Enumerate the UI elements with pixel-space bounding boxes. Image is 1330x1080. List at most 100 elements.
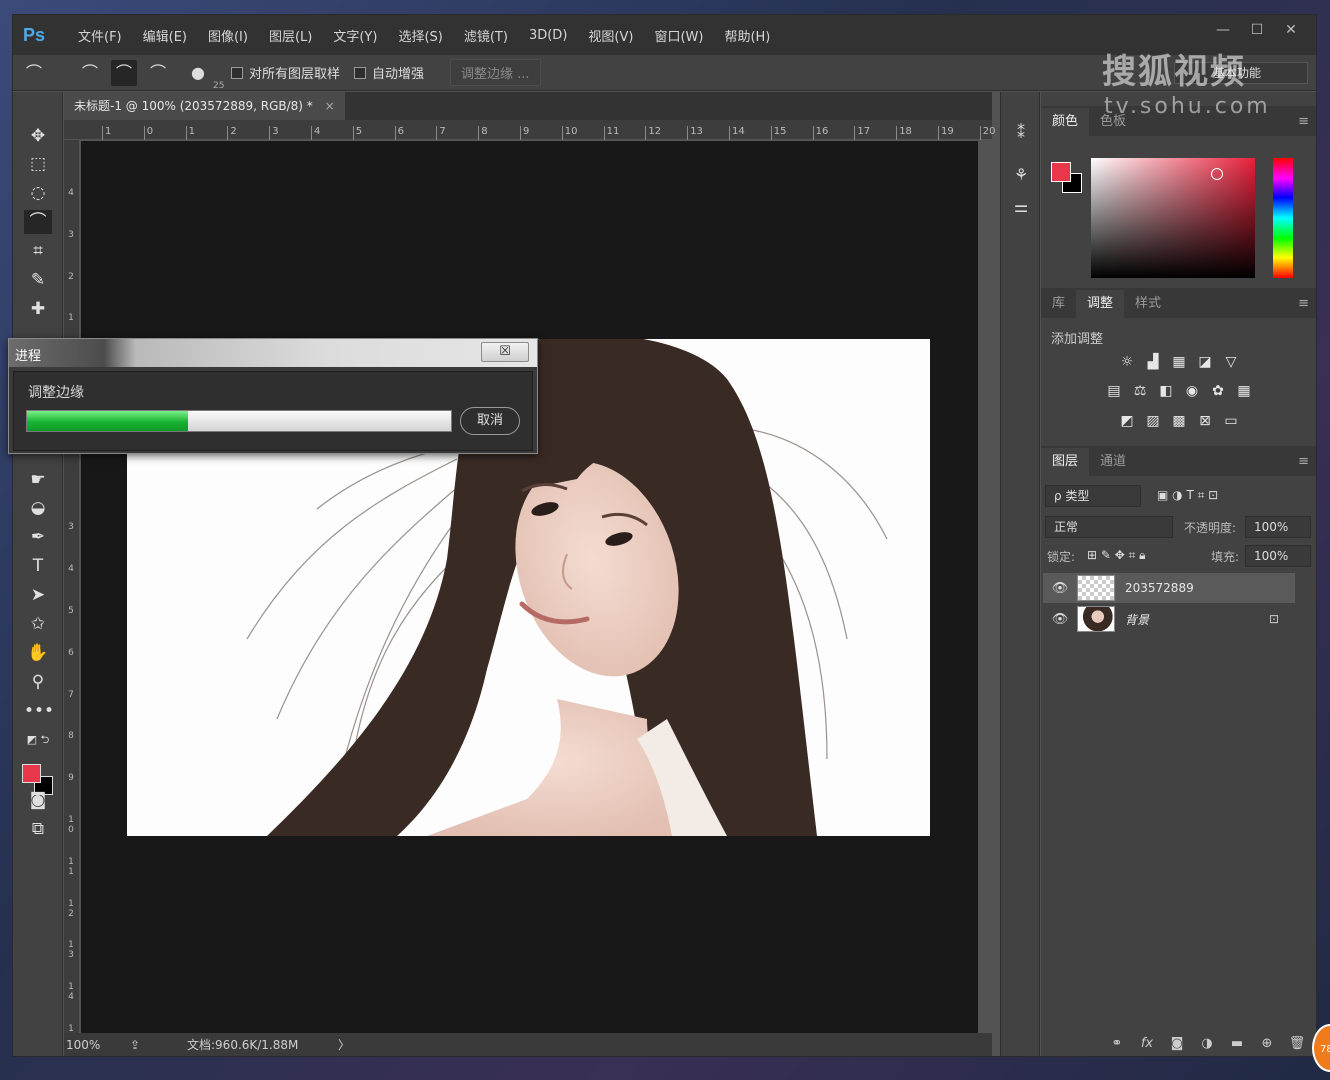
- smudge-tool-icon[interactable]: ☛: [24, 468, 52, 492]
- new-selection-icon[interactable]: ⌒: [77, 60, 103, 86]
- maximize-button[interactable]: ☐: [1240, 19, 1274, 41]
- hue-slider[interactable]: [1273, 158, 1293, 278]
- menu-view[interactable]: 视图(V): [588, 26, 633, 45]
- color-picker-cursor[interactable]: [1211, 168, 1223, 180]
- menu-layer[interactable]: 图层(L): [269, 26, 312, 45]
- panel-foreground-swatch[interactable]: [1051, 162, 1071, 182]
- eye-icon[interactable]: 👁︎: [1049, 581, 1071, 596]
- threshold-icon[interactable]: ▩: [1170, 412, 1188, 430]
- hand-tool-icon[interactable]: ✋: [24, 641, 52, 665]
- hue-saturation-icon[interactable]: ▤: [1105, 382, 1123, 400]
- brightness-icon[interactable]: ☼: [1118, 353, 1136, 371]
- quick-select-preset-icon[interactable]: ⌒: [21, 60, 47, 86]
- panel-menu-icon[interactable]: ≡: [1298, 296, 1309, 311]
- pen-tool-icon[interactable]: ✒: [24, 525, 52, 549]
- tab-libraries[interactable]: 库: [1041, 290, 1076, 318]
- fill-input[interactable]: 100%: [1245, 545, 1311, 567]
- minimize-button[interactable]: —: [1206, 19, 1240, 41]
- menu-filter[interactable]: 滤镜(T): [464, 26, 508, 45]
- menu-image[interactable]: 图像(I): [208, 26, 248, 45]
- menu-3d[interactable]: 3D(D): [529, 28, 567, 43]
- link-layers-icon[interactable]: ⚭: [1107, 1036, 1127, 1056]
- screen-mode-icon[interactable]: ⧉: [24, 817, 52, 841]
- blend-mode-select[interactable]: 正常: [1045, 516, 1173, 538]
- tab-color[interactable]: 颜色: [1041, 108, 1090, 136]
- menu-type[interactable]: 文字(Y): [333, 26, 377, 45]
- close-window-button[interactable]: ✕: [1274, 19, 1308, 41]
- zoom-level[interactable]: 100%: [66, 1033, 100, 1056]
- foreground-color-swatch[interactable]: [22, 764, 41, 783]
- color-balance-icon[interactable]: ⚖: [1131, 382, 1149, 400]
- dodge-tool-icon[interactable]: ◒: [24, 496, 52, 520]
- tab-styles[interactable]: 样式: [1124, 290, 1172, 318]
- add-to-selection-icon[interactable]: ⌒: [111, 59, 137, 86]
- panel-menu-icon[interactable]: ≡: [1298, 454, 1309, 469]
- swap-colors-icon[interactable]: ◩ ⮌: [24, 728, 52, 752]
- delete-layer-icon[interactable]: 🗑︎: [1287, 1036, 1307, 1056]
- color-lookup-icon[interactable]: ▦: [1235, 382, 1253, 400]
- channel-mixer-icon[interactable]: ✿: [1209, 382, 1227, 400]
- dialog-close-button[interactable]: ☒: [481, 342, 529, 362]
- export-icon[interactable]: ⇪: [130, 1033, 140, 1056]
- auto-enhance-checkbox[interactable]: 自动增强: [354, 63, 424, 82]
- layer-filter-select[interactable]: ρ 类型: [1045, 485, 1141, 507]
- opacity-input[interactable]: 100%: [1245, 516, 1311, 538]
- posterize-icon[interactable]: ▨: [1144, 412, 1162, 430]
- color-picker-field[interactable]: [1091, 158, 1255, 278]
- new-adjustment-icon[interactable]: ◑: [1197, 1036, 1217, 1056]
- properties-panel-icon[interactable]: ⚌: [1008, 194, 1034, 220]
- add-mask-icon[interactable]: ◙: [1167, 1036, 1187, 1056]
- selective-color-icon[interactable]: ⊠: [1196, 412, 1214, 430]
- lasso-tool-icon[interactable]: ◌: [24, 181, 52, 205]
- gradient-map-icon[interactable]: ▭: [1222, 412, 1240, 430]
- tab-channels[interactable]: 通道: [1089, 448, 1137, 476]
- move-tool-icon[interactable]: ✥: [24, 124, 52, 148]
- path-selection-tool-icon[interactable]: ➤: [24, 583, 52, 607]
- zoom-tool-icon[interactable]: ⚲: [24, 670, 52, 694]
- brush-picker-icon[interactable]: ●: [185, 60, 211, 86]
- checkbox-box[interactable]: [354, 66, 367, 79]
- close-tab-icon[interactable]: ×: [325, 99, 335, 113]
- menu-edit[interactable]: 编辑(E): [143, 26, 187, 45]
- menu-select[interactable]: 选择(S): [398, 26, 442, 45]
- status-arrow-icon[interactable]: 〉: [338, 1033, 350, 1056]
- canvas-area[interactable]: [81, 141, 978, 1033]
- black-white-icon[interactable]: ◧: [1157, 382, 1175, 400]
- menu-window[interactable]: 窗口(W): [654, 26, 703, 45]
- quick-mask-icon[interactable]: ◙: [24, 788, 52, 812]
- tool-presets-icon[interactable]: ⚘: [1008, 162, 1034, 188]
- eye-icon[interactable]: 👁︎: [1049, 612, 1071, 627]
- tab-layers[interactable]: 图层: [1041, 448, 1090, 476]
- panel-menu-icon[interactable]: ≡: [1298, 114, 1309, 129]
- photo-filter-icon[interactable]: ◉: [1183, 382, 1201, 400]
- fx-icon[interactable]: fx: [1137, 1036, 1157, 1056]
- document-tab[interactable]: 未标题-1 @ 100% (203572889, RGB/8) * ×: [64, 92, 345, 120]
- type-tool-icon[interactable]: T: [24, 554, 52, 578]
- history-panel-icon[interactable]: ⁑: [1008, 120, 1034, 146]
- vibrance-icon[interactable]: ▽: [1222, 353, 1240, 371]
- menu-file[interactable]: 文件(F): [78, 26, 122, 45]
- exposure-icon[interactable]: ◪: [1196, 353, 1214, 371]
- crop-tool-icon[interactable]: ⌗: [24, 239, 52, 263]
- more-tools-icon[interactable]: •••: [24, 699, 54, 723]
- lock-icons[interactable]: ⊞ ✎ ✥ ⌗ 🔒︎: [1087, 548, 1146, 563]
- document-info[interactable]: 文档:960.6K/1.88M: [187, 1033, 298, 1056]
- tab-adjustments[interactable]: 调整: [1076, 290, 1125, 318]
- shape-tool-icon[interactable]: ✩: [24, 612, 52, 636]
- layer-filter-icons[interactable]: ▣ ◑ T ⌗ ⊡: [1157, 488, 1218, 503]
- layer-row-203572889[interactable]: 👁︎ 203572889: [1043, 573, 1295, 603]
- dialog-title-bar[interactable]: 进程 ☒: [9, 339, 537, 367]
- healing-brush-tool-icon[interactable]: ✚: [24, 297, 52, 321]
- cancel-button[interactable]: 取消: [460, 407, 520, 435]
- menu-help[interactable]: 帮助(H): [724, 26, 770, 45]
- checkbox-box[interactable]: [231, 66, 243, 79]
- levels-icon[interactable]: ▟: [1144, 353, 1162, 371]
- eyedropper-tool-icon[interactable]: ✎: [24, 268, 52, 292]
- refine-edge-button[interactable]: 调整边缘 ...: [450, 59, 541, 86]
- invert-icon[interactable]: ◩: [1118, 412, 1136, 430]
- marquee-tool-icon[interactable]: ⬚: [24, 152, 52, 176]
- subtract-selection-icon[interactable]: ⌒: [145, 60, 171, 86]
- new-group-icon[interactable]: ▬: [1227, 1036, 1247, 1056]
- curves-icon[interactable]: ▦: [1170, 353, 1188, 371]
- quick-selection-tool-icon[interactable]: ⌒: [24, 210, 52, 234]
